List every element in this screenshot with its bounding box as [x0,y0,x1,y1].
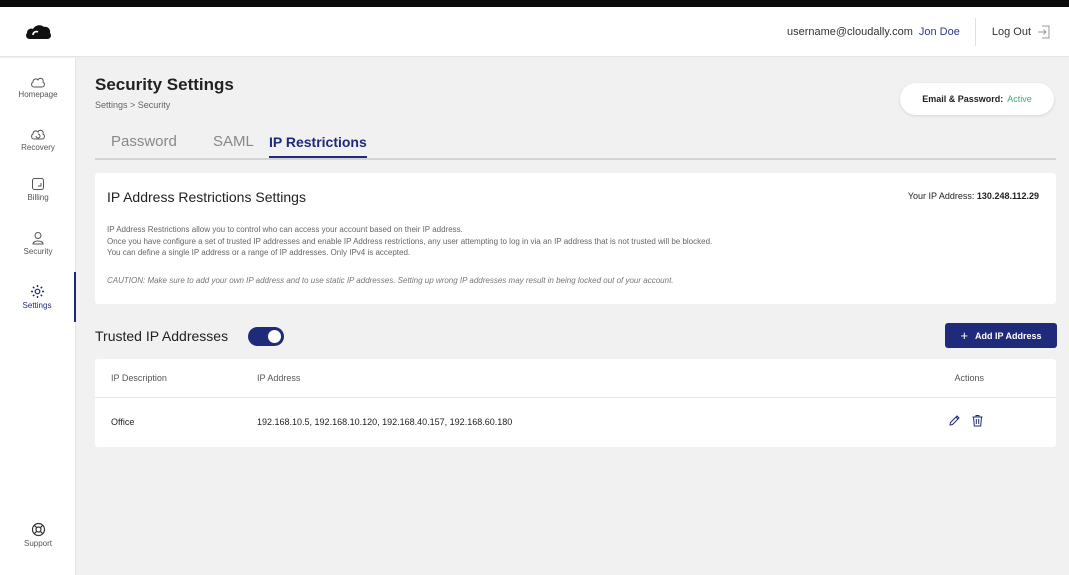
tab-saml[interactable]: SAML [213,133,254,156]
cloudally-logo-icon [26,24,51,39]
sidebar-item-security[interactable]: Security [0,218,76,268]
sidebar-item-label: Settings [22,301,52,310]
trusted-ip-toggle[interactable] [248,327,284,346]
sidebar-item-label: Support [23,539,53,548]
recovery-icon [31,129,45,139]
sidebar-item-label: Homepage [18,89,58,99]
logout-icon [1038,25,1050,38]
sidebar-item-support[interactable]: Support [0,510,76,560]
window-top-strip [0,0,1069,7]
plus-icon: + [960,328,969,343]
current-ip-value: 130.248.112.29 [976,191,1039,201]
logo[interactable] [0,7,76,57]
logout-label: Log Out [991,25,1031,38]
description-line: IP Address Restrictions allow you to con… [107,225,463,234]
breadcrumb: Settings > Security [95,100,171,110]
sidebar-item-settings[interactable]: Settings [0,272,76,322]
caution-text: CAUTION: Make sure to add your own IP ad… [107,276,674,285]
user-email: username@cloudally.com [786,25,913,38]
header-divider [974,17,976,46]
header-divider [95,397,1056,398]
cloud-icon [31,77,45,87]
add-ip-address-label: Add IP Address [975,330,1042,341]
column-header-description: IP Description [111,373,167,383]
row-ip-addresses: 192.168.10.5, 192.168.10.120, 192.168.40… [257,417,513,427]
current-ip: Your IP Address: 130.248.112.29 [908,191,1039,201]
sidebar-item-label: Security [23,246,53,256]
sidebar-item-billing[interactable]: Billing [0,164,76,214]
support-icon [31,522,45,537]
status-label: Email & Password: [922,94,1004,104]
edit-icon[interactable] [948,414,961,432]
gear-icon [30,285,44,298]
sidebar-item-label: Recovery [21,142,55,152]
card-title: IP Address Restrictions Settings [107,189,306,205]
user-name[interactable]: Jon Doe [919,26,960,38]
tab-bar: Password SAML IP Restrictions [95,128,1056,160]
top-bar: username@cloudally.com Jon Doe Log Out [0,7,1069,57]
status-value: Active [1007,94,1032,104]
tab-password[interactable]: Password [111,133,177,156]
description-text: IP Address Restrictions allow you to con… [107,224,712,259]
description-line: Once you have configure a set of trusted… [107,236,713,246]
trusted-ip-label: Trusted IP Addresses [95,328,229,344]
billing-icon [32,177,44,190]
ip-table: IP Description IP Address Actions Office… [95,359,1056,447]
column-header-actions: Actions [954,373,984,383]
ip-restrictions-card: IP Address Restrictions Settings Your IP… [95,173,1056,304]
toggle-knob [268,330,281,343]
trash-icon[interactable] [971,414,984,432]
user-icon [32,231,44,244]
description-line: You can define a single IP address or a … [107,248,411,257]
sidebar-item-homepage[interactable]: Homepage [0,62,76,112]
tab-ip-restrictions[interactable]: IP Restrictions [269,134,367,158]
add-ip-address-button[interactable]: + Add IP Address [945,323,1057,348]
page-title: Security Settings [95,75,234,94]
logout-button[interactable]: Log Out [992,25,1051,39]
sidebar: Homepage Recovery Billing Security Setti… [0,58,76,575]
status-badge: Email & Password: Active [900,83,1054,115]
row-description: Office [111,417,135,427]
column-header-ip-address: IP Address [257,373,301,383]
sidebar-item-label: Billing [27,192,49,202]
current-ip-label: Your IP Address: [907,191,975,201]
sidebar-item-recovery[interactable]: Recovery [0,114,76,164]
